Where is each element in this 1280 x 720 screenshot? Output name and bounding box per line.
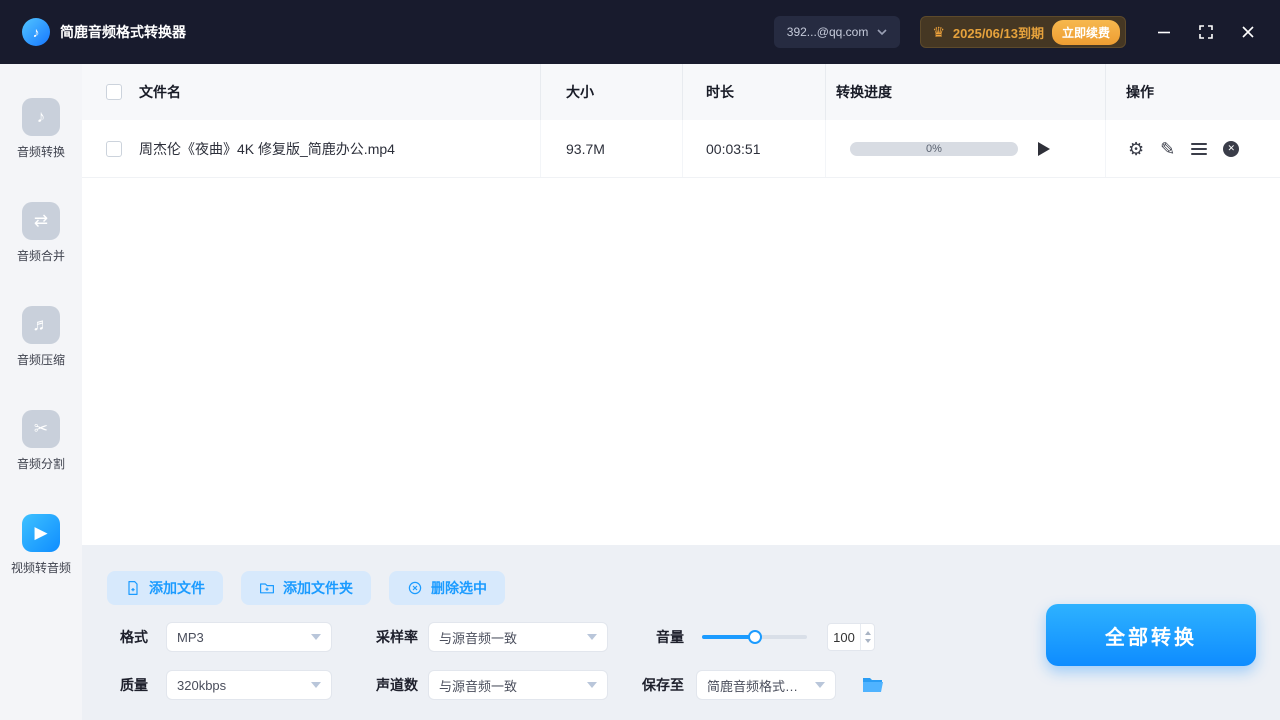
channels-select[interactable]: 与源音频一致 [428, 670, 608, 700]
sidebar-item-label: 视频转音频 [11, 559, 71, 576]
rename-pencil-icon[interactable]: ✎ [1160, 140, 1175, 158]
volume-label: 音量 [656, 627, 684, 647]
renew-button[interactable]: 立即续费 [1052, 20, 1120, 45]
settings-gear-icon[interactable]: ⚙ [1128, 140, 1144, 158]
sidebar-item-label: 音频合并 [17, 247, 65, 264]
app-title: 简鹿音频格式转换器 [60, 22, 186, 42]
app-logo: ♪ [22, 18, 50, 46]
save-to-label: 保存至 [642, 675, 684, 695]
table-row: 周杰伦《夜曲》4K 修复版_简鹿办公.mp4 93.7M 00:03:51 0%… [82, 120, 1280, 178]
settings-row-1: 格式 MP3 采样率 与源音频一致 音量 100 [120, 622, 875, 652]
sample-rate-value: 与源音频一致 [439, 628, 517, 647]
video-play-icon: ▶ [22, 514, 60, 552]
format-label: 格式 [120, 627, 148, 647]
window-controls [1156, 24, 1256, 40]
sidebar-item-audio-merge[interactable]: ⇄ 音频合并 [0, 202, 82, 306]
chevron-down-icon [311, 634, 321, 640]
progress-bar: 0% [850, 142, 1018, 156]
merge-icon: ⇄ [22, 202, 60, 240]
minimize-button[interactable] [1156, 24, 1172, 40]
table-empty-space [82, 178, 1280, 545]
channels-value: 与源音频一致 [439, 676, 517, 695]
spinner-down-icon[interactable] [865, 639, 871, 643]
folder-plus-icon [259, 580, 275, 596]
convert-all-button[interactable]: 全部转换 [1046, 604, 1256, 666]
chevron-down-icon [877, 29, 887, 36]
file-name: 周杰伦《夜曲》4K 修复版_简鹿办公.mp4 [139, 139, 395, 159]
delete-selected-button[interactable]: 删除选中 [389, 571, 505, 605]
add-file-label: 添加文件 [149, 578, 205, 598]
sample-rate-select[interactable]: 与源音频一致 [428, 622, 608, 652]
main-area: 文件名 大小 时长 转换进度 操作 周杰伦《夜曲》4K 修复版_简鹿办公.mp4… [82, 64, 1280, 720]
detail-list-icon[interactable] [1191, 143, 1207, 155]
add-folder-button[interactable]: 添加文件夹 [241, 571, 371, 605]
fullscreen-icon [1199, 25, 1213, 39]
file-duration: 00:03:51 [706, 141, 761, 157]
sidebar-item-label: 音频压缩 [17, 351, 65, 368]
bottom-panel: 添加文件 添加文件夹 删除选中 [82, 545, 1280, 720]
folder-icon [862, 676, 884, 694]
quality-label: 质量 [120, 675, 148, 695]
volume-spinner[interactable] [860, 624, 874, 650]
minimize-icon [1157, 25, 1171, 39]
slider-thumb[interactable] [748, 630, 762, 644]
column-size: 大小 [566, 82, 594, 102]
sidebar: ♪ 音频转换 ⇄ 音频合并 ♬ 音频压缩 ✂ 音频分割 ▶ 视频转音频 [0, 64, 82, 720]
music-note-icon: ♪ [33, 24, 40, 40]
account-email: 392...@qq.com [787, 25, 869, 39]
channels-label: 声道数 [376, 675, 418, 695]
sample-rate-label: 采样率 [376, 627, 418, 647]
play-button[interactable] [1038, 142, 1050, 156]
settings-row-2: 质量 320kbps 声道数 与源音频一致 保存至 简鹿音频格式转换器 [120, 670, 884, 700]
music-note-icon: ♪ [22, 98, 60, 136]
close-icon [1241, 25, 1255, 39]
column-actions: 操作 [1126, 82, 1154, 102]
delete-selected-label: 删除选中 [431, 578, 487, 598]
chevron-down-icon [587, 682, 597, 688]
volume-value: 100 [828, 624, 860, 650]
titlebar: ♪ 简鹿音频格式转换器 392...@qq.com ♛ 2025/06/13到期… [0, 0, 1280, 64]
quality-select[interactable]: 320kbps [166, 670, 332, 700]
expiry-date: 2025/06/13到期 [953, 23, 1044, 42]
crown-icon: ♛ [932, 25, 945, 39]
scissors-icon: ✂ [22, 410, 60, 448]
license-badge[interactable]: ♛ 2025/06/13到期 立即续费 [920, 16, 1126, 48]
chevron-down-icon [311, 682, 321, 688]
chevron-down-icon [815, 682, 825, 688]
sidebar-item-label: 音频转换 [17, 143, 65, 160]
delete-circle-icon [407, 580, 423, 596]
maximize-button[interactable] [1198, 24, 1214, 40]
column-filename: 文件名 [139, 82, 181, 102]
compress-icon: ♬ [22, 306, 60, 344]
spinner-up-icon[interactable] [865, 631, 871, 635]
open-folder-button[interactable] [862, 676, 884, 694]
add-file-button[interactable]: 添加文件 [107, 571, 223, 605]
sidebar-item-label: 音频分割 [17, 455, 65, 472]
file-actions-toolbar: 添加文件 添加文件夹 删除选中 [107, 571, 505, 605]
sidebar-item-audio-convert[interactable]: ♪ 音频转换 [0, 98, 82, 202]
close-button[interactable] [1240, 24, 1256, 40]
sidebar-item-audio-compress[interactable]: ♬ 音频压缩 [0, 306, 82, 410]
sidebar-item-audio-split[interactable]: ✂ 音频分割 [0, 410, 82, 514]
remove-file-icon[interactable]: ✕ [1223, 141, 1239, 157]
volume-slider[interactable] [702, 635, 807, 639]
table-header: 文件名 大小 时长 转换进度 操作 [82, 64, 1280, 120]
file-size: 93.7M [566, 141, 605, 157]
volume-input[interactable]: 100 [827, 623, 875, 651]
select-all-checkbox[interactable] [106, 84, 122, 100]
add-folder-label: 添加文件夹 [283, 578, 353, 598]
column-progress: 转换进度 [836, 82, 892, 102]
format-select[interactable]: MP3 [166, 622, 332, 652]
save-to-value: 简鹿音频格式转换器 [707, 676, 809, 695]
row-checkbox[interactable] [106, 141, 122, 157]
chevron-down-icon [587, 634, 597, 640]
account-dropdown[interactable]: 392...@qq.com [774, 16, 901, 48]
file-plus-icon [125, 580, 141, 596]
sidebar-item-video-to-audio[interactable]: ▶ 视频转音频 [0, 514, 82, 618]
quality-value: 320kbps [177, 678, 226, 693]
format-value: MP3 [177, 630, 204, 645]
save-to-select[interactable]: 简鹿音频格式转换器 [696, 670, 836, 700]
progress-percent: 0% [926, 143, 942, 155]
column-duration: 时长 [706, 82, 734, 102]
